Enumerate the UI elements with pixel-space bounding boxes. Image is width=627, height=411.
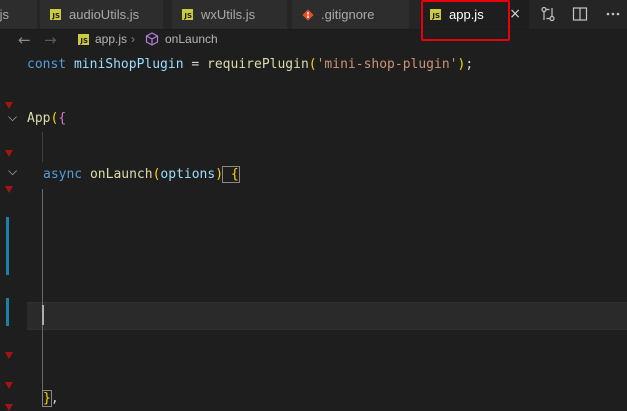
code-line-closing: }, <box>42 389 59 409</box>
breadcrumb-symbol-label: onLaunch <box>165 32 218 46</box>
keyword: async <box>43 167 90 182</box>
close-icon[interactable]: × <box>509 6 521 22</box>
keyword: const <box>27 57 74 72</box>
tab-label: wxUtils.js <box>201 7 256 22</box>
tab-bar: .js JS audioUtils.js JS wxUtils.js .giti… <box>0 0 627 30</box>
indent-guide <box>42 189 43 399</box>
compare-changes-icon[interactable] <box>540 6 556 22</box>
code-line-2: App({ <box>27 109 66 129</box>
tab-label: audioUtils.js <box>69 7 140 22</box>
bracket: ) <box>215 167 224 182</box>
identifier: miniShopPlugin <box>73 57 184 72</box>
breadcrumb: ← → JS app.js › onLaunch <box>0 30 627 50</box>
fold-chevron-icon[interactable]: ⌵ <box>8 164 17 179</box>
breadcrumb-file[interactable]: JS app.js <box>78 32 127 46</box>
tab-label: .js <box>0 7 9 22</box>
bracket: { <box>58 111 67 126</box>
code-editor[interactable]: ⌵ ⌵ const miniShopPlugin = requirePlugin… <box>0 52 627 411</box>
current-line-highlight <box>27 302 627 330</box>
gutter-marker <box>5 404 13 411</box>
tab-audioutils[interactable]: JS audioUtils.js <box>40 0 164 29</box>
string-literal: 'mini-shop-plugin' <box>316 57 458 72</box>
git-file-icon <box>302 8 314 21</box>
fold-chevron-icon[interactable]: ⌵ <box>8 110 17 125</box>
breadcrumb-file-label: app.js <box>95 32 128 46</box>
tab-gitignore[interactable]: .gitignore <box>292 0 410 29</box>
parameter: options <box>160 167 216 182</box>
method-symbol-icon <box>145 32 159 46</box>
js-file-icon: JS <box>78 33 89 45</box>
function-name: requirePlugin <box>207 57 309 72</box>
function-name: App <box>27 111 51 126</box>
gutter-marker <box>5 102 13 109</box>
arrow-left-icon[interactable]: ← <box>18 31 31 49</box>
js-file-icon: JS <box>50 9 61 20</box>
indent-guide <box>42 132 43 162</box>
bracket: ( <box>308 57 317 72</box>
gutter-change-bar <box>6 298 9 326</box>
gutter-marker <box>5 382 13 389</box>
chevron-right-icon: › <box>131 32 135 46</box>
gutter-marker <box>5 186 13 193</box>
comma: , <box>50 391 59 406</box>
bracket-match: } <box>42 390 52 407</box>
breadcrumb-symbol[interactable]: onLaunch <box>145 32 218 46</box>
bracket-match: { <box>222 166 240 183</box>
split-editor-icon[interactable] <box>572 6 588 22</box>
operator: = <box>183 57 208 72</box>
more-actions-icon[interactable] <box>605 6 621 22</box>
tab-label: .gitignore <box>321 7 375 22</box>
js-file-icon: JS <box>182 9 193 20</box>
gutter-marker <box>5 150 13 157</box>
code-line-1: const miniShopPlugin = requirePlugin('mi… <box>27 55 473 75</box>
arrow-right-icon[interactable]: → <box>44 31 57 49</box>
tab-partial-js[interactable]: .js <box>0 0 38 29</box>
tab-wxutils[interactable]: JS wxUtils.js <box>172 0 288 29</box>
text-cursor <box>42 305 44 325</box>
gutter-change-bar <box>6 217 9 275</box>
code-line-3: async onLaunch(options) { <box>43 165 240 185</box>
function-name: onLaunch <box>89 167 153 182</box>
gutter-marker <box>5 352 13 359</box>
semicolon: ; <box>465 57 474 72</box>
